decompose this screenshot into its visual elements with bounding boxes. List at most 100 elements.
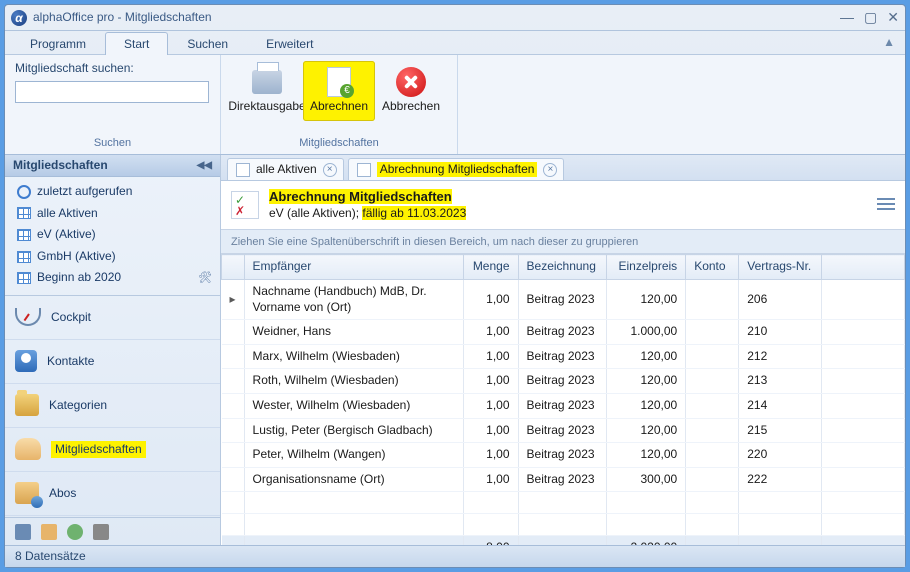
col-4[interactable]: Konto	[686, 255, 739, 280]
table-row[interactable]: Peter, Wilhelm (Wangen)1,00Beitrag 20231…	[222, 443, 905, 468]
ribbon-group-mitgliedschaften: Mitgliedschaften	[299, 132, 379, 150]
minimize-button[interactable]: —	[840, 8, 854, 26]
col-3[interactable]: Einzelpreis	[607, 255, 686, 280]
nav-label: Kategorien	[49, 398, 107, 414]
clock-icon	[17, 185, 31, 199]
menu-programm[interactable]: Programm	[11, 32, 105, 55]
cell: 210	[739, 320, 822, 345]
cell: Beitrag 2023	[518, 369, 607, 394]
tree-item-0[interactable]: zuletzt aufgerufen	[7, 181, 218, 203]
tab-close-icon[interactable]: ×	[543, 163, 557, 177]
cell: Organisationsname (Ort)	[244, 467, 463, 492]
table-row[interactable]: Wester, Wilhelm (Wiesbaden)1,00Beitrag 2…	[222, 394, 905, 419]
abrechnen-button[interactable]: Abrechnen	[303, 61, 375, 121]
cell: 120,00	[607, 280, 686, 320]
cell: Wester, Wilhelm (Wiesbaden)	[244, 394, 463, 419]
app-icon: α	[11, 10, 27, 26]
doc-tab-0[interactable]: alle Aktiven×	[227, 158, 344, 180]
search-input[interactable]	[15, 81, 209, 103]
row-pointer	[222, 443, 245, 468]
doc-tab-1[interactable]: Abrechnung Mitgliedschaften ×	[348, 158, 565, 180]
menubar: Programm Start Suchen Erweitert ▲	[5, 31, 905, 55]
ribbon-collapse-icon[interactable]: ▲	[873, 31, 905, 54]
nav-cockpit[interactable]: Cockpit	[5, 296, 220, 340]
doc-subtitle-prefix: eV (alle Aktiven);	[269, 206, 362, 220]
row-pointer	[222, 320, 245, 345]
menu-suchen[interactable]: Suchen	[168, 32, 247, 55]
col-1[interactable]: Menge	[463, 255, 518, 280]
ribbon-group-suchen: Suchen	[94, 132, 131, 150]
nav-kat[interactable]: Kategorien	[5, 384, 220, 428]
kontakt-icon	[15, 350, 37, 372]
tab-close-icon[interactable]: ×	[323, 163, 337, 177]
footer-cell	[739, 536, 822, 545]
doc-subtitle-mark: fällig ab 11.03.2023	[362, 206, 466, 220]
cell: 120,00	[607, 394, 686, 419]
table-row[interactable]: Marx, Wilhelm (Wiesbaden)1,00Beitrag 202…	[222, 344, 905, 369]
tree-item-3[interactable]: GmbH (Aktive)	[7, 246, 218, 268]
tree-item-1[interactable]: alle Aktiven	[7, 203, 218, 225]
menu-erweitert[interactable]: Erweitert	[247, 32, 332, 55]
grid-icon	[17, 272, 31, 284]
row-pointer: ▸	[222, 280, 245, 320]
nav-abo[interactable]: Abos	[5, 472, 220, 516]
cell: 206	[739, 280, 822, 320]
table-row[interactable]: ▸Nachname (Handbuch) MdB, Dr. Vorname vo…	[222, 280, 905, 320]
grid-icon	[17, 207, 31, 219]
doc-header-icon	[231, 191, 259, 219]
cell	[686, 467, 739, 492]
footer-cell	[686, 536, 739, 545]
cell: 213	[739, 369, 822, 394]
nav-mitglied[interactable]: Mitgliedschaften	[5, 428, 220, 472]
cell	[686, 443, 739, 468]
cell: Weidner, Hans	[244, 320, 463, 345]
col-0[interactable]: Empfänger	[244, 255, 463, 280]
table-row[interactable]: Weidner, Hans1,00Beitrag 20231.000,00210	[222, 320, 905, 345]
cell: 120,00	[607, 369, 686, 394]
tree-item-2[interactable]: eV (Aktive)	[7, 224, 218, 246]
cell: 1,00	[463, 394, 518, 419]
cell	[686, 280, 739, 320]
cell: 215	[739, 418, 822, 443]
search-label: Mitgliedschaft suchen:	[15, 61, 134, 77]
config-icon[interactable]: 🛠	[198, 271, 212, 285]
table-row-blank	[222, 492, 905, 514]
col-2[interactable]: Bezeichnung	[518, 255, 607, 280]
close-button[interactable]: ✕	[887, 8, 899, 26]
row-pointer	[222, 394, 245, 419]
bottom-icon-2[interactable]	[41, 524, 57, 540]
tree-item-label: alle Aktiven	[37, 206, 98, 222]
printer-icon	[252, 70, 282, 94]
tree-item-4[interactable]: Beginn ab 2020🛠	[7, 267, 218, 289]
tab-label: Abrechnung Mitgliedschaften	[377, 162, 538, 178]
list-options-icon[interactable]	[877, 198, 895, 212]
cell: 1,00	[463, 418, 518, 443]
footer-cell	[822, 536, 905, 545]
doc-title: Abrechnung Mitgliedschaften	[269, 189, 452, 204]
col-5[interactable]: Vertrags-Nr.	[739, 255, 822, 280]
bottom-icon-1[interactable]	[15, 524, 31, 540]
window-title: alphaOffice pro - Mitgliedschaften	[33, 10, 840, 26]
group-hint[interactable]: Ziehen Sie eine Spaltenüberschrift in di…	[221, 230, 905, 254]
cell: 1,00	[463, 344, 518, 369]
footer-cell: 8,00	[463, 536, 518, 545]
tab-icon	[357, 163, 371, 177]
table-row[interactable]: Organisationsname (Ort)1,00Beitrag 20233…	[222, 467, 905, 492]
nav-label: Cockpit	[51, 310, 91, 326]
cell: 1,00	[463, 320, 518, 345]
cell: 1,00	[463, 280, 518, 320]
cell	[686, 394, 739, 419]
cell: 120,00	[607, 344, 686, 369]
cell: 222	[739, 467, 822, 492]
maximize-button[interactable]: ▢	[864, 8, 877, 26]
sidebar-collapse-icon[interactable]: ◀◀	[197, 159, 212, 172]
table-row[interactable]: Lustig, Peter (Bergisch Gladbach)1,00Bei…	[222, 418, 905, 443]
abbrechen-button[interactable]: Abbrechen	[375, 61, 447, 121]
direktausgabe-button[interactable]: Direktausgabe	[231, 61, 303, 121]
bottom-icon-4[interactable]	[93, 524, 109, 540]
cell: Lustig, Peter (Bergisch Gladbach)	[244, 418, 463, 443]
bottom-icon-3[interactable]	[67, 524, 83, 540]
table-row[interactable]: Roth, Wilhelm (Wiesbaden)1,00Beitrag 202…	[222, 369, 905, 394]
nav-kontakt[interactable]: Kontakte	[5, 340, 220, 384]
menu-start[interactable]: Start	[105, 32, 168, 55]
